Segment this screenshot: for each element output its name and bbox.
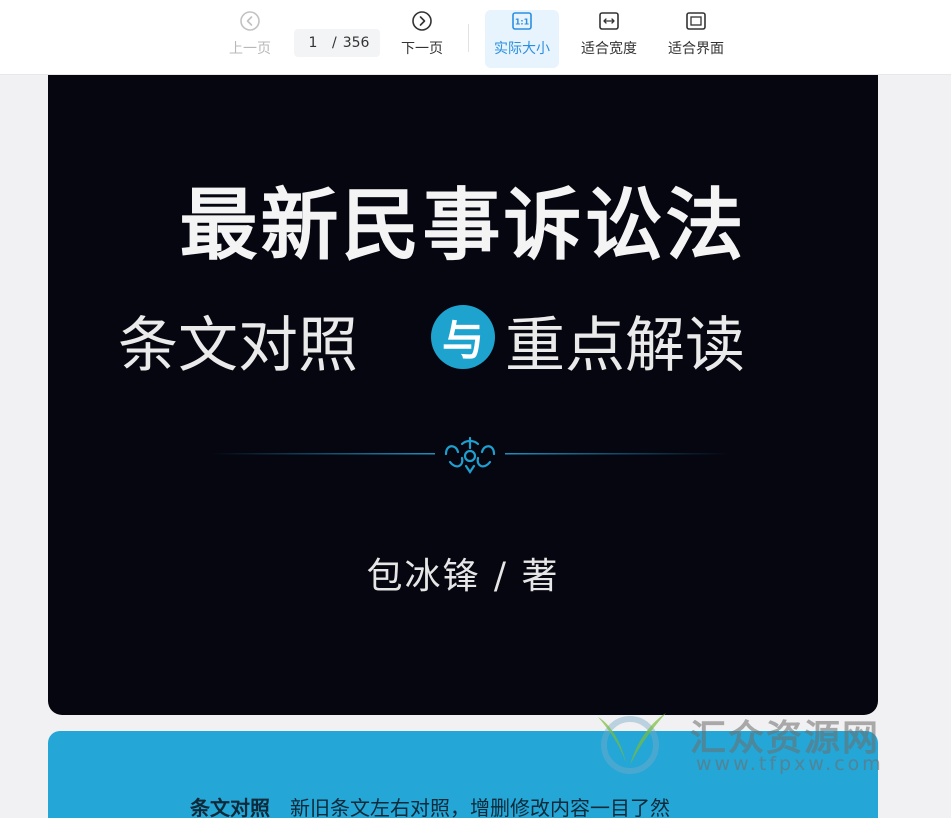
subtitle-right: 重点解读	[505, 311, 745, 381]
fit-width-label: 适合宽度	[581, 41, 637, 57]
book-subtitle: 条文对照 与 重点解读	[118, 297, 818, 381]
prev-page-button[interactable]: 上一页	[222, 10, 278, 68]
toolbar-divider	[468, 24, 469, 52]
page-number-input[interactable]	[294, 29, 332, 57]
document-viewer[interactable]: 最新民事诉讼法 条文对照 与 重点解读 包冰锋 / 著 条文对照 新旧条文左右对…	[0, 75, 951, 818]
actual-size-icon: 1:1	[512, 12, 532, 30]
subtitle-left: 条文对照	[118, 311, 358, 381]
chevron-right-circle-icon	[412, 11, 432, 31]
feature-line: 条文对照 新旧条文左右对照，增删修改内容一目了然	[190, 792, 670, 818]
book-author: 包冰锋 / 著	[366, 556, 560, 597]
subtitle-connector-badge: 与	[431, 305, 495, 369]
actual-size-button[interactable]: 1:1 实际大小	[485, 10, 559, 68]
page-indicator: / 356	[294, 29, 380, 57]
feature-text: 新旧条文左右对照，增删修改内容一目了然	[290, 796, 670, 818]
fit-width-button[interactable]: 适合宽度	[572, 10, 646, 68]
feature-label: 条文对照	[190, 796, 270, 818]
prev-page-label: 上一页	[229, 41, 271, 57]
total-pages: 356	[342, 35, 370, 51]
fit-page-label: 适合界面	[668, 41, 724, 57]
pdf-toolbar: 上一页 / 356 下一页 1:1 实际大小 适合宽度 适合界面	[0, 0, 951, 75]
book-title: 最新民事诉讼法	[179, 180, 747, 271]
next-page-button[interactable]: 下一页	[394, 10, 450, 68]
ornament-divider-icon	[210, 436, 730, 474]
fit-page-icon	[686, 12, 706, 30]
watermark-url: www.tfpxw.com	[696, 753, 884, 775]
fit-width-icon	[599, 12, 619, 30]
fit-page-button[interactable]: 适合界面	[659, 10, 733, 68]
pdf-page: 最新民事诉讼法 条文对照 与 重点解读 包冰锋 / 著 条文对照 新旧条文左右对…	[0, 75, 951, 818]
chevron-left-circle-icon	[240, 11, 260, 31]
watermark: 汇众资源网 www.tfpxw.com	[592, 705, 912, 785]
watermark-logo-icon	[598, 713, 666, 774]
actual-size-icon-text: 1:1	[515, 18, 530, 27]
next-page-label: 下一页	[401, 41, 443, 57]
page-separator: /	[332, 35, 337, 51]
actual-size-label: 实际大小	[494, 41, 550, 57]
